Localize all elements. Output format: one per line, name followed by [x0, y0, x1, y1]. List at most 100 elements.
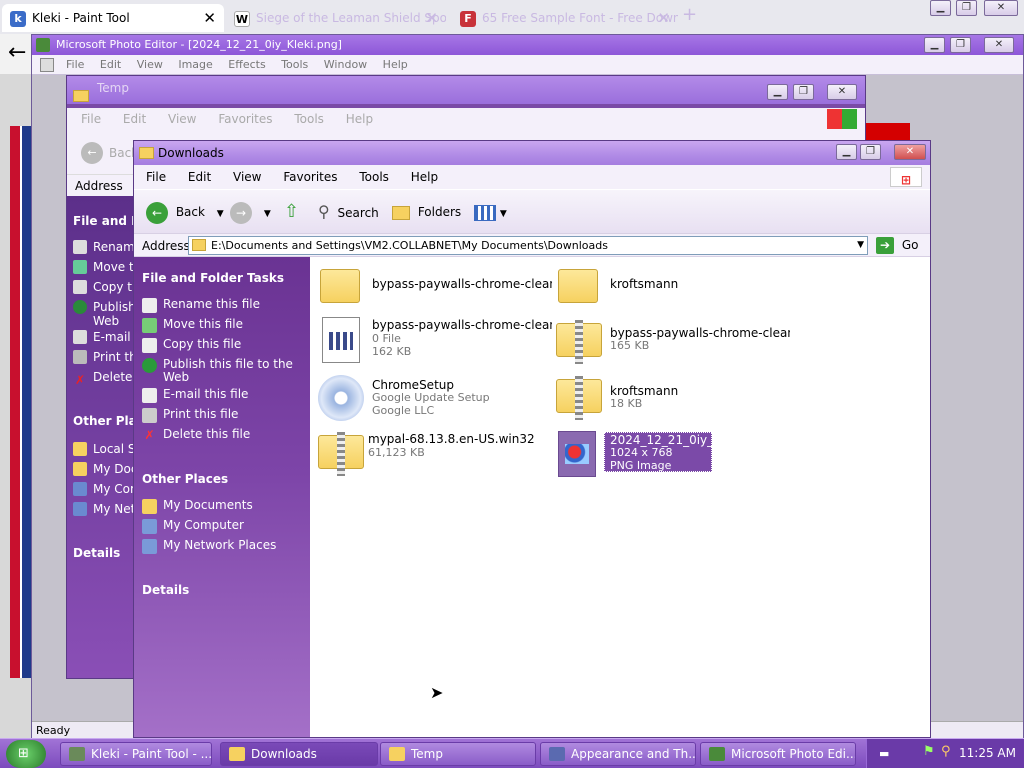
- file-item[interactable]: kroftsmann 18 KB: [552, 375, 792, 421]
- menu-image[interactable]: Image: [178, 58, 212, 71]
- menu-file[interactable]: File: [81, 112, 101, 126]
- menu-favorites[interactable]: Favorites: [283, 170, 337, 184]
- network-icon[interactable]: ⚑: [923, 744, 935, 759]
- close-button[interactable]: ✕: [827, 84, 857, 100]
- place-documents[interactable]: My Doc: [73, 462, 133, 476]
- chevron-down-icon[interactable]: ▼: [217, 209, 224, 219]
- close-button[interactable]: ✕: [984, 0, 1018, 16]
- task-print[interactable]: Print this file: [142, 407, 302, 423]
- menu-help[interactable]: Help: [383, 58, 408, 71]
- menu-tools[interactable]: Tools: [281, 58, 308, 71]
- minimize-button[interactable]: ▁: [767, 84, 788, 100]
- places-header: Other Place: [73, 414, 133, 428]
- place-local[interactable]: Local S: [73, 442, 133, 456]
- file-item[interactable]: bypass-paywalls-chrome-clean-v... 165 KB: [552, 315, 792, 364]
- menu-view[interactable]: View: [233, 170, 261, 184]
- taskbar-item-temp[interactable]: Temp: [380, 742, 536, 766]
- task-label: Renam: [93, 240, 133, 254]
- views-button[interactable]: ▼: [474, 200, 507, 224]
- keyboard-icon[interactable]: ▬: [879, 747, 889, 760]
- menu-tools[interactable]: Tools: [294, 112, 324, 126]
- search-icon: ⚲: [318, 202, 330, 221]
- details-header[interactable]: Details: [73, 546, 133, 560]
- close-icon[interactable]: ✕: [203, 4, 216, 32]
- taskbar-item-photo-editor[interactable]: Microsoft Photo Edi...: [700, 742, 856, 766]
- delete-x-icon: ✗: [144, 428, 155, 442]
- place-my-computer[interactable]: My Computer: [142, 519, 302, 534]
- task-copy[interactable]: Copy th: [73, 280, 133, 294]
- folders-button[interactable]: Folders: [392, 200, 461, 224]
- menu-effects[interactable]: Effects: [228, 58, 265, 71]
- task-delete[interactable]: ✗ Delete this file: [142, 428, 302, 443]
- menu-file[interactable]: File: [66, 58, 84, 71]
- search-icon[interactable]: ⚲: [941, 744, 951, 759]
- start-button[interactable]: ⊞: [6, 740, 46, 768]
- file-item-selected[interactable]: 2024_12_21_0iy_Kleki 1024 x 768 PNG Imag…: [552, 429, 792, 477]
- search-button[interactable]: ⚲ Search: [318, 200, 379, 224]
- place-my-network[interactable]: My Network Places: [142, 539, 302, 554]
- taskbar-item-kleki[interactable]: Kleki - Paint Tool - ...: [60, 742, 212, 766]
- file-item[interactable]: kroftsmann: [552, 261, 792, 307]
- task-publish[interactable]: Publish: [73, 300, 133, 314]
- address-input[interactable]: E:\Documents and Settings\VM2.COLLABNET\…: [188, 236, 868, 255]
- menu-favorites[interactable]: Favorites: [218, 112, 272, 126]
- menu-view[interactable]: View: [137, 58, 163, 71]
- menu-help[interactable]: Help: [411, 170, 438, 184]
- task-delete[interactable]: ✗ Delete: [73, 370, 133, 387]
- menu-file[interactable]: File: [146, 170, 166, 184]
- browser-tab-fonts[interactable]: F 65 Free Sample Font - Free Download ✕: [452, 4, 678, 32]
- back-icon[interactable]: ←: [81, 142, 103, 164]
- details-header[interactable]: Details: [142, 583, 189, 597]
- task-email[interactable]: E-mail t: [73, 330, 133, 344]
- place-network[interactable]: My Net: [73, 502, 133, 516]
- task-email[interactable]: E-mail this file: [142, 388, 302, 403]
- close-button[interactable]: ✕: [984, 37, 1014, 53]
- minimize-button[interactable]: ▁: [924, 37, 945, 53]
- place-computer[interactable]: My Com: [73, 482, 133, 496]
- menu-help[interactable]: Help: [346, 112, 373, 126]
- task-publish[interactable]: Publish this file to the Web: [142, 358, 302, 384]
- task-rename[interactable]: Rename this file: [142, 298, 302, 313]
- maximize-button[interactable]: ❐: [956, 0, 977, 16]
- menu-edit[interactable]: Edit: [188, 170, 211, 184]
- go-button[interactable]: ➔ Go: [876, 236, 918, 255]
- taskbar-item-downloads[interactable]: Downloads: [220, 742, 378, 766]
- browser-tab-kleki[interactable]: k Kleki - Paint Tool ✕: [2, 4, 224, 32]
- maximize-button[interactable]: ❐: [860, 144, 881, 160]
- maximize-button[interactable]: ❐: [793, 84, 814, 100]
- up-folder-icon[interactable]: ⇧: [284, 200, 299, 224]
- maximize-button[interactable]: ❐: [950, 37, 971, 53]
- close-icon[interactable]: ✕: [425, 4, 438, 32]
- clock[interactable]: 11:25 AM: [959, 746, 1016, 760]
- minimize-button[interactable]: ▁: [836, 144, 857, 160]
- file-item[interactable]: ChromeSetup Google Update Setup Google L…: [314, 375, 554, 421]
- browser-tab-wikipedia[interactable]: W Siege of the Leaman Shield Spons... ✕: [226, 4, 446, 32]
- menu-edit[interactable]: Edit: [100, 58, 121, 71]
- file-item[interactable]: bypass-paywalls-chrome-clean-3.... 0 Fil…: [314, 315, 554, 363]
- downloads-task-pane: File and Folder Tasks Rename this file M…: [134, 257, 310, 737]
- chevron-down-icon[interactable]: ▼: [264, 209, 271, 219]
- task-print[interactable]: Print th: [73, 350, 133, 364]
- menu-window[interactable]: Window: [324, 58, 367, 71]
- menu-tools[interactable]: Tools: [359, 170, 389, 184]
- forward-button[interactable]: → ▼: [230, 200, 271, 224]
- close-button[interactable]: ✕: [894, 144, 926, 160]
- chevron-down-icon[interactable]: ▼: [857, 237, 864, 254]
- file-item[interactable]: mypal-68.13.8.en-US.win32 61,123 KB: [314, 429, 554, 476]
- taskbar-item-appearance[interactable]: Appearance and Th...: [540, 742, 696, 766]
- back-arrow-icon[interactable]: ←: [8, 40, 26, 65]
- close-icon[interactable]: ✕: [657, 4, 670, 32]
- new-tab-button[interactable]: +: [682, 4, 697, 25]
- task-move[interactable]: Move t: [73, 260, 133, 274]
- minimize-button[interactable]: ▁: [930, 0, 951, 16]
- menu-view[interactable]: View: [168, 112, 196, 126]
- back-button[interactable]: ← Back ▼: [146, 200, 224, 224]
- taskbar-label: Kleki - Paint Tool - ...: [91, 747, 212, 761]
- menu-edit[interactable]: Edit: [123, 112, 146, 126]
- task-rename[interactable]: Renam: [73, 240, 133, 254]
- task-move[interactable]: Move this file: [142, 318, 302, 333]
- place-my-documents[interactable]: My Documents: [142, 499, 302, 514]
- task-copy[interactable]: Copy this file: [142, 338, 302, 353]
- task-label: Print this file: [163, 407, 239, 421]
- file-item[interactable]: bypass-paywalls-chrome-clean-v...: [314, 261, 554, 307]
